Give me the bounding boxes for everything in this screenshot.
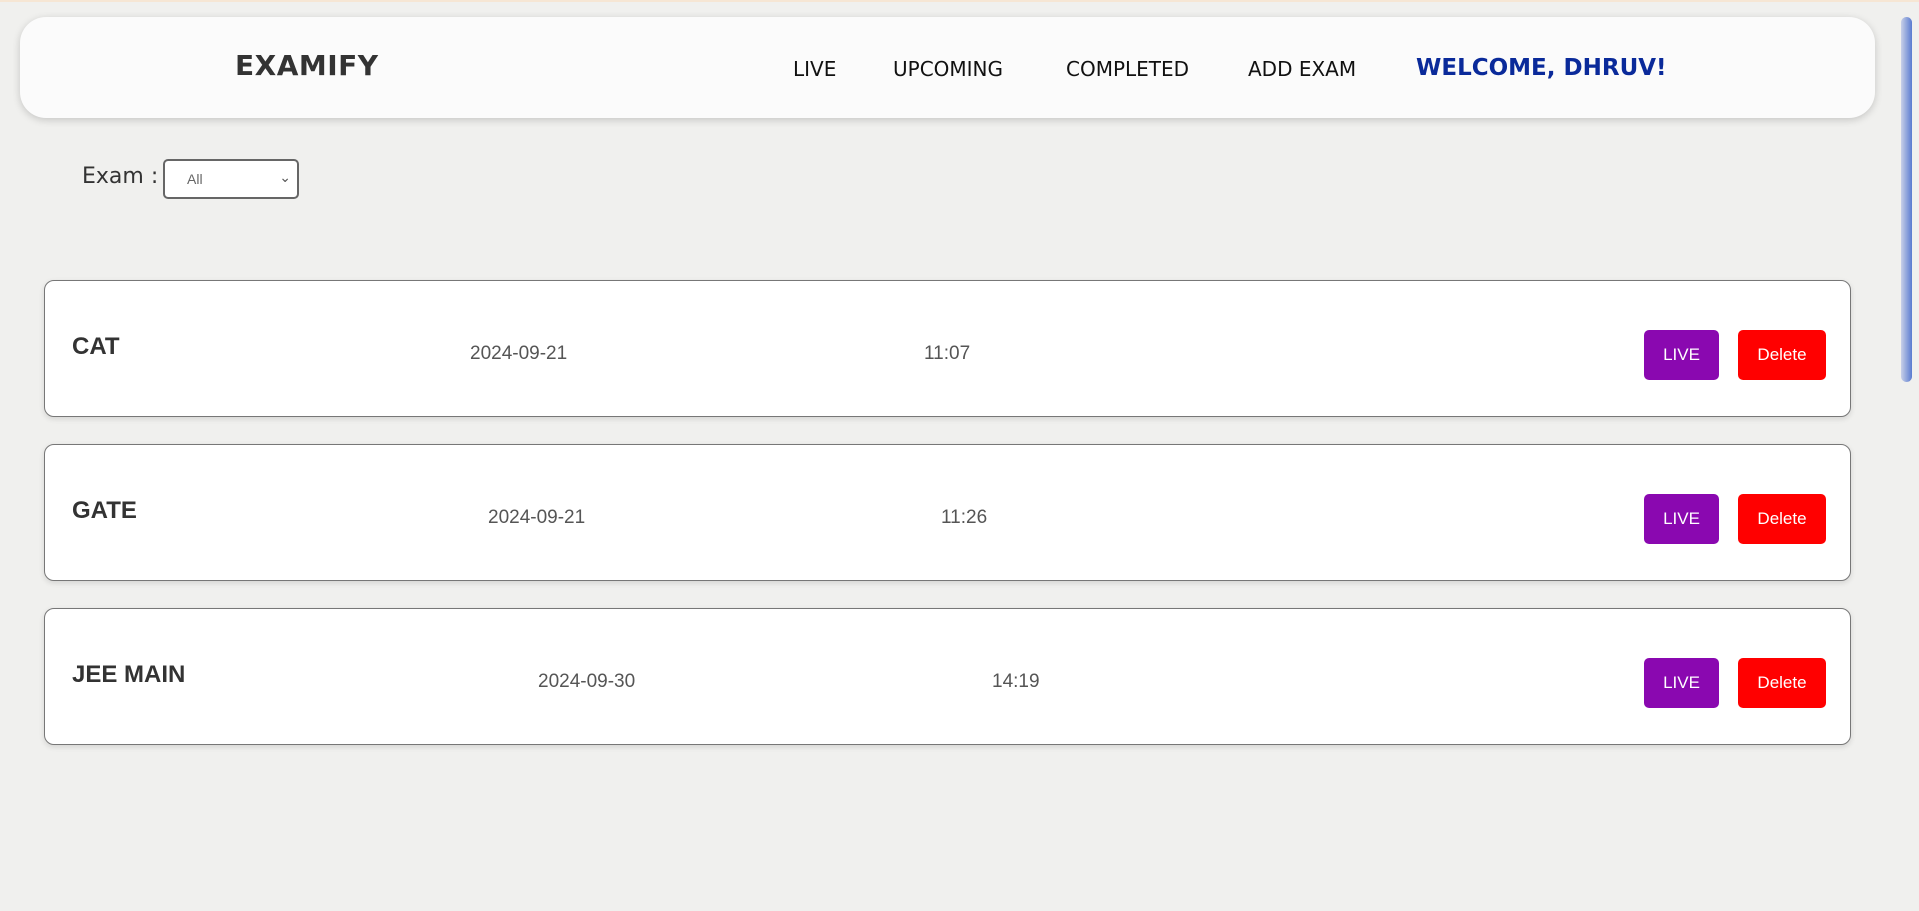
exam-time: 14:19	[992, 671, 1040, 692]
brand-logo[interactable]: EXAMIFY	[235, 49, 379, 82]
exam-card: CAT 2024-09-21 11:07 LIVE Delete	[44, 280, 1851, 417]
delete-button[interactable]: Delete	[1738, 330, 1826, 380]
exam-card: JEE MAIN 2024-09-30 14:19 LIVE Delete	[44, 608, 1851, 745]
exam-filter-select[interactable]: All ⌄	[163, 159, 299, 199]
exam-date: 2024-09-21	[470, 343, 568, 364]
exam-filter-label: Exam :	[82, 164, 159, 189]
chevron-down-icon: ⌄	[279, 169, 291, 185]
nav-add-exam[interactable]: ADD EXAM	[1248, 57, 1356, 81]
exam-date: 2024-09-21	[488, 507, 586, 528]
live-button[interactable]: LIVE	[1644, 330, 1719, 380]
exam-filter-value: All	[187, 171, 203, 187]
live-button[interactable]: LIVE	[1644, 658, 1719, 708]
welcome-message: WELCOME, DHRUV!	[1416, 55, 1667, 81]
exam-name: GATE	[72, 497, 137, 524]
top-navbar: EXAMIFY LIVE UPCOMING COMPLETED ADD EXAM…	[20, 17, 1875, 118]
nav-live[interactable]: LIVE	[793, 57, 836, 81]
exam-card: GATE 2024-09-21 11:26 LIVE Delete	[44, 444, 1851, 581]
exam-name: CAT	[72, 333, 120, 360]
exam-time: 11:07	[924, 343, 971, 364]
exam-name: JEE MAIN	[72, 661, 186, 688]
exam-date: 2024-09-30	[538, 671, 636, 692]
delete-button[interactable]: Delete	[1738, 658, 1826, 708]
delete-button[interactable]: Delete	[1738, 494, 1826, 544]
nav-upcoming[interactable]: UPCOMING	[893, 57, 1003, 81]
nav-completed[interactable]: COMPLETED	[1066, 57, 1189, 81]
live-button[interactable]: LIVE	[1644, 494, 1719, 544]
exam-time: 11:26	[941, 507, 988, 528]
scrollbar-thumb[interactable]	[1901, 17, 1912, 382]
